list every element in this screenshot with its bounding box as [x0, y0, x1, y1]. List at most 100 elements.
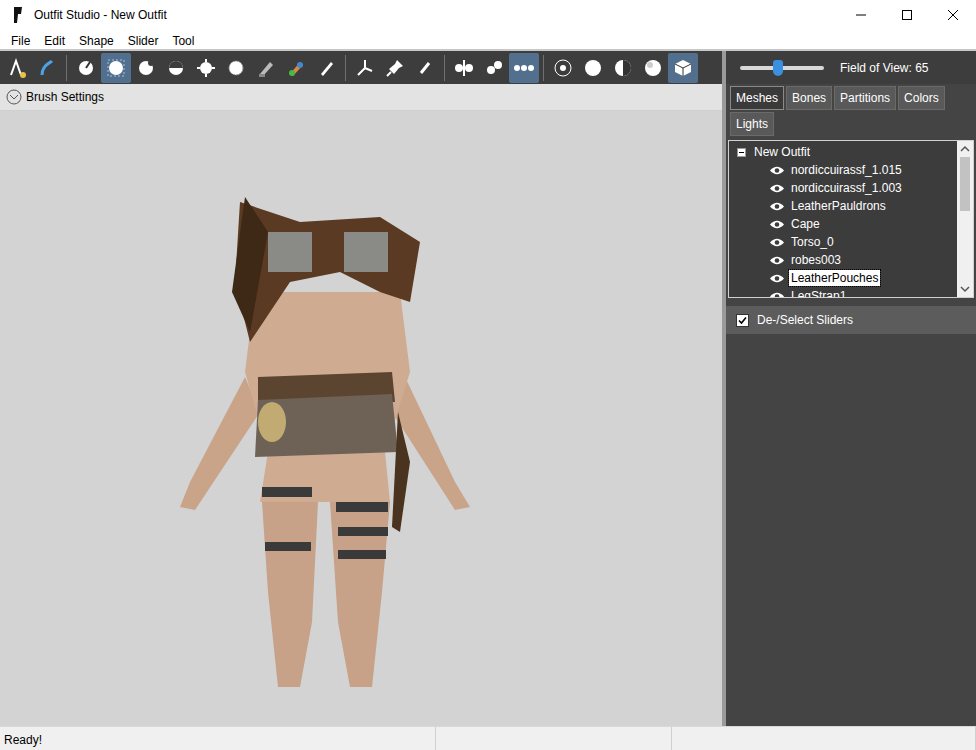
scroll-down-icon — [957, 281, 973, 297]
tool-button[interactable] — [350, 53, 380, 83]
mesh-item[interactable]: LeatherPauldrons — [737, 197, 957, 215]
panel-tab[interactable]: Meshes — [730, 86, 784, 110]
panel-tab[interactable]: Bones — [786, 86, 832, 110]
tool-button[interactable] — [638, 53, 668, 83]
tree-root[interactable]: New Outfit — [737, 143, 957, 161]
tool-button[interactable] — [509, 53, 539, 83]
chevron-icon — [6, 89, 22, 105]
tool-button[interactable] — [608, 53, 638, 83]
tool-button[interactable] — [311, 53, 341, 83]
tool-icon — [513, 57, 535, 79]
toolbar-separator — [543, 55, 544, 81]
menu-item[interactable]: File — [4, 30, 37, 50]
tool-icon — [165, 57, 187, 79]
tool-icon — [255, 57, 277, 79]
mesh-item[interactable]: LeatherPouches — [737, 269, 957, 287]
tool-button[interactable] — [101, 53, 131, 83]
sliders-list — [726, 334, 976, 726]
menu-item[interactable]: Shape — [72, 30, 121, 50]
mesh-tree: New Outfitnordiccuirassf_1.015nordiccuir… — [728, 140, 974, 298]
mesh-label: Torso_0 — [789, 234, 836, 250]
tool-button[interactable] — [71, 53, 101, 83]
tool-icon — [612, 57, 634, 79]
tool-button[interactable] — [131, 53, 161, 83]
mesh-item[interactable]: robes003 — [737, 251, 957, 269]
tool-button[interactable] — [251, 53, 281, 83]
tool-icon — [36, 57, 58, 79]
tool-icon — [225, 57, 247, 79]
tool-icon — [483, 57, 505, 79]
tool-icon — [75, 57, 97, 79]
toolbar — [0, 51, 722, 84]
tool-button[interactable] — [191, 53, 221, 83]
tool-button[interactable] — [548, 53, 578, 83]
eye-icon — [769, 165, 785, 176]
tool-button[interactable] — [578, 53, 608, 83]
tool-icon — [414, 57, 436, 79]
tool-icon — [672, 57, 694, 79]
tool-button[interactable] — [281, 53, 311, 83]
eye-icon — [769, 255, 785, 266]
eye-icon — [769, 219, 785, 230]
panel-tab[interactable]: Lights — [730, 112, 774, 136]
menu-item[interactable]: Slider — [121, 30, 166, 50]
scroll-thumb[interactable] — [960, 157, 970, 211]
toolbar-separator — [345, 55, 346, 81]
tree-scrollbar[interactable] — [957, 141, 973, 297]
sliders-header[interactable]: De-/Select Sliders — [726, 306, 976, 334]
tool-button[interactable] — [380, 53, 410, 83]
tool-button[interactable] — [449, 53, 479, 83]
panel-tab[interactable]: Partitions — [834, 86, 896, 110]
tool-button[interactable] — [2, 53, 32, 83]
tool-icon — [582, 57, 604, 79]
tool-icon — [315, 57, 337, 79]
tool-icon — [75, 57, 97, 79]
tool-icon — [285, 57, 307, 79]
close-button[interactable] — [930, 0, 976, 30]
tool-icon — [384, 57, 406, 79]
scroll-down-icon — [957, 281, 973, 297]
fov-slider-track[interactable] — [740, 66, 824, 70]
checkbox-icon — [736, 314, 749, 327]
mesh-label: robes003 — [789, 252, 843, 268]
tool-button[interactable] — [410, 53, 440, 83]
expander-icon — [737, 148, 746, 157]
status-bar: Ready! — [0, 726, 976, 750]
toolbar-separator — [66, 55, 67, 81]
right-pane: Field of View: 65 MeshesBonesPartitionsCo… — [726, 51, 976, 726]
tool-button[interactable] — [479, 53, 509, 83]
maximize-button[interactable] — [884, 0, 930, 30]
tool-button[interactable] — [668, 53, 698, 83]
toolbar-separator — [444, 55, 445, 81]
minimize-button[interactable] — [838, 0, 884, 30]
status-text: Ready! — [0, 727, 436, 750]
minimize-icon — [856, 10, 866, 20]
tool-icon — [552, 57, 574, 79]
maximize-icon — [902, 10, 912, 20]
tool-icon — [453, 57, 475, 79]
mesh-item[interactable]: Cape — [737, 215, 957, 233]
mesh-item[interactable]: LegStrap1 — [737, 287, 957, 297]
panel-tab[interactable]: Colors — [898, 86, 945, 110]
menu-item[interactable]: Tool — [165, 30, 201, 50]
scroll-track — [957, 211, 973, 281]
menu-item[interactable]: Edit — [37, 30, 72, 50]
mesh-item[interactable]: Torso_0 — [737, 233, 957, 251]
status-cell — [672, 727, 976, 750]
tool-icon — [36, 57, 58, 79]
tool-button[interactable] — [32, 53, 62, 83]
fov-label: Field of View: 65 — [840, 59, 929, 77]
tool-button[interactable] — [161, 53, 191, 83]
mesh-label: LegStrap1 — [789, 288, 848, 297]
fov-slider-thumb[interactable] — [773, 60, 783, 76]
brush-settings-header[interactable]: Brush Settings — [0, 84, 722, 111]
tool-icon — [135, 57, 157, 79]
eye-icon — [769, 183, 785, 194]
mesh-item[interactable]: nordiccuirassf_1.003 — [737, 179, 957, 197]
eye-icon — [769, 273, 785, 284]
viewport[interactable] — [0, 111, 722, 726]
tool-icon — [582, 57, 604, 79]
eye-icon — [769, 201, 785, 212]
tool-button[interactable] — [221, 53, 251, 83]
mesh-item[interactable]: nordiccuirassf_1.015 — [737, 161, 957, 179]
